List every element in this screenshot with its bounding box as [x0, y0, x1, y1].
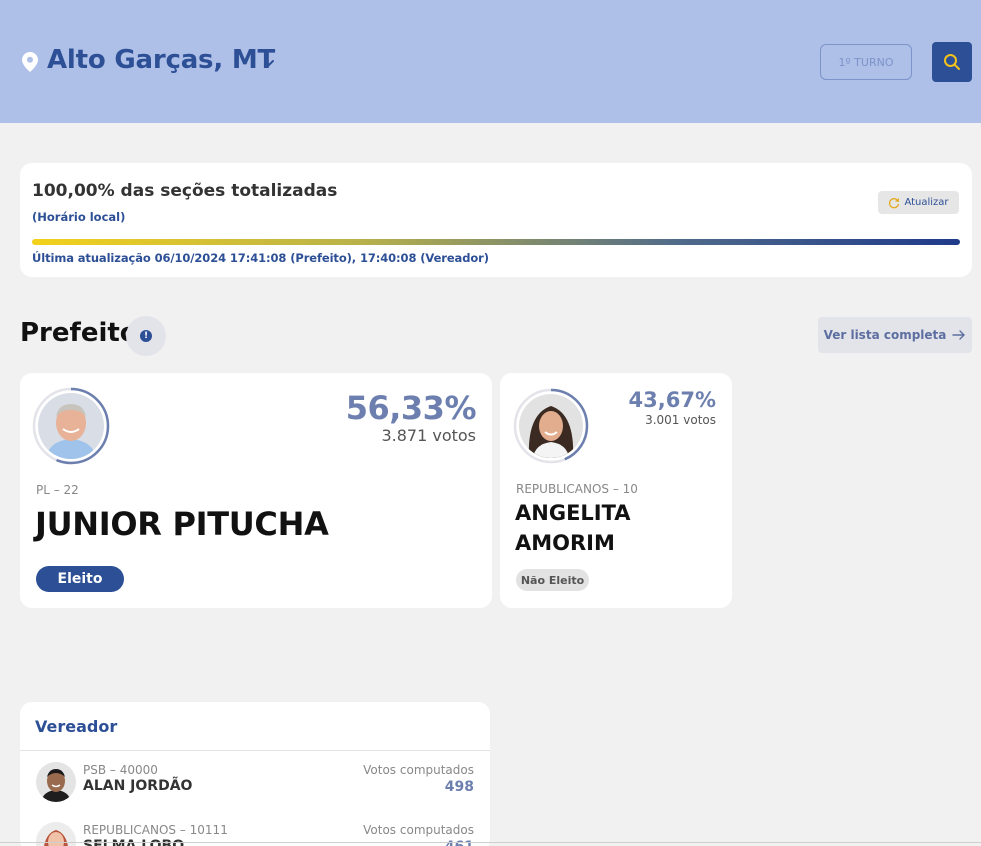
viewport-bottom-border — [0, 842, 981, 843]
vereador-photo — [36, 762, 76, 802]
last-update-text: Última atualização 06/10/2024 17:41:08 (… — [32, 251, 489, 265]
vereador-party: REPUBLICANOS – 10111 — [83, 823, 228, 837]
vereador-votes: 498 — [444, 779, 474, 795]
info-button[interactable]: ! — [126, 316, 166, 356]
vereador-name: ALAN JORDÃO — [83, 778, 193, 794]
info-icon: ! — [140, 330, 152, 342]
divider — [20, 750, 490, 751]
location-name[interactable]: Alto Garças, MT — [47, 45, 275, 75]
candidate-percent: 56,33% — [345, 389, 477, 427]
refresh-icon — [889, 197, 900, 208]
candidate-votes: 3.871 votos — [381, 426, 476, 445]
refresh-label: Atualizar — [904, 197, 949, 208]
candidate-percent: 43,67% — [628, 388, 716, 412]
chevron-down-icon[interactable] — [262, 56, 276, 70]
candidate-photo — [38, 393, 104, 459]
turno-button[interactable]: 1º TURNO — [820, 44, 912, 80]
location-pin-icon — [22, 52, 38, 72]
full-list-label: Ver lista completa — [823, 328, 947, 342]
refresh-button[interactable]: Atualizar — [878, 191, 959, 214]
candidate-photo — [519, 394, 583, 458]
candidate-name: JUNIOR PITUCHA — [35, 505, 329, 543]
candidate-party: REPUBLICANOS – 10 — [516, 482, 638, 496]
votes-label: Votos computados — [363, 763, 474, 777]
search-icon — [944, 54, 960, 70]
section-title-prefeito: Prefeito — [20, 318, 138, 348]
vereador-card: Vereador PSB – 40000 ALAN JORDÃO Votos c… — [20, 702, 490, 846]
vereador-title: Vereador — [35, 717, 118, 736]
totalization-title: 100,00% das seções totalizadas — [32, 181, 338, 201]
candidate-name: ANGELITA AMORIM — [515, 501, 631, 555]
totalization-status-card: 100,00% das seções totalizadas (Horário … — [20, 163, 972, 277]
totalization-progress-bar — [32, 239, 960, 245]
candidate-party: PL – 22 — [36, 483, 79, 497]
full-list-button[interactable]: Ver lista completa — [818, 317, 972, 353]
arrow-right-icon — [952, 330, 966, 340]
candidate-card[interactable]: 43,67% 3.001 votos REPUBLICANOS – 10 ANG… — [500, 373, 732, 608]
status-badge: Não Eleito — [516, 569, 589, 591]
vereador-row[interactable]: PSB – 40000 ALAN JORDÃO Votos computados… — [20, 754, 490, 814]
search-button[interactable] — [932, 42, 972, 82]
status-badge: Eleito — [36, 566, 124, 592]
header: Alto Garças, MT 1º TURNO — [0, 0, 981, 123]
local-time-label: (Horário local) — [32, 210, 126, 224]
candidate-votes: 3.001 votos — [645, 413, 716, 427]
vereador-party: PSB – 40000 — [83, 763, 158, 777]
candidate-card[interactable]: 56,33% 3.871 votos PL – 22 JUNIOR PITUCH… — [20, 373, 492, 608]
votes-label: Votos computados — [363, 823, 474, 837]
